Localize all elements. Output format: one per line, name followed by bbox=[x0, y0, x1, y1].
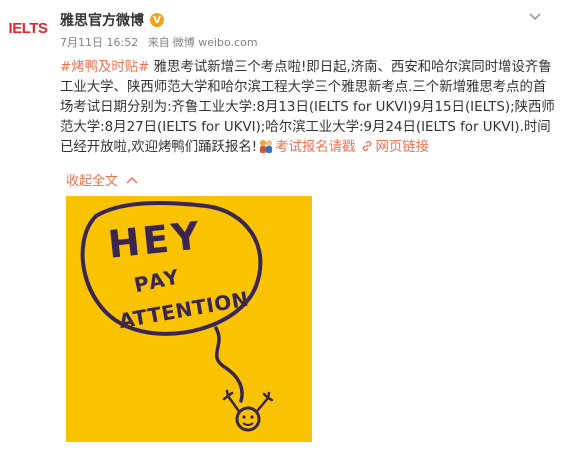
post-timestamp[interactable]: 7月11日 16:52 bbox=[60, 36, 138, 49]
post-meta: 7月11日 16:52 来自 微博 weibo.com bbox=[60, 34, 548, 50]
location-link[interactable]: 考试报名请戳 bbox=[275, 140, 355, 155]
collapse-label: 收起全文 bbox=[66, 174, 119, 189]
hey-pay-attention-illustration: HEY PAY ATTENTION bbox=[66, 196, 312, 442]
web-link[interactable]: 网页链接 bbox=[375, 140, 429, 155]
hashtag-link[interactable]: #烤鸭及时贴# bbox=[60, 60, 149, 75]
verified-badge-icon: V bbox=[150, 13, 164, 27]
post-source[interactable]: 微博 weibo.com bbox=[173, 36, 258, 49]
link-chain-icon bbox=[363, 140, 372, 152]
post-image[interactable]: HEY PAY ATTENTION bbox=[66, 196, 312, 442]
chevron-down-icon[interactable] bbox=[528, 10, 542, 24]
collapse-toggle[interactable]: 收起全文 bbox=[66, 170, 138, 189]
post-header: 雅思官方微博 V 7月11日 16:52 来自 微博 weibo.com bbox=[60, 10, 548, 54]
source-prefix: 来自 bbox=[147, 36, 170, 49]
avatar[interactable]: IELTS bbox=[6, 14, 50, 42]
avatar-logo-text: IELTS bbox=[8, 19, 48, 37]
post-text: #烤鸭及时贴# 雅思考试新增三个考点啦!即日起,济南、西安和哈尔滨同时增设齐鲁工… bbox=[60, 58, 556, 158]
account-name[interactable]: 雅思官方微博 bbox=[60, 10, 144, 30]
people-emoji-icon bbox=[260, 140, 273, 153]
chevron-up-icon bbox=[126, 176, 138, 184]
